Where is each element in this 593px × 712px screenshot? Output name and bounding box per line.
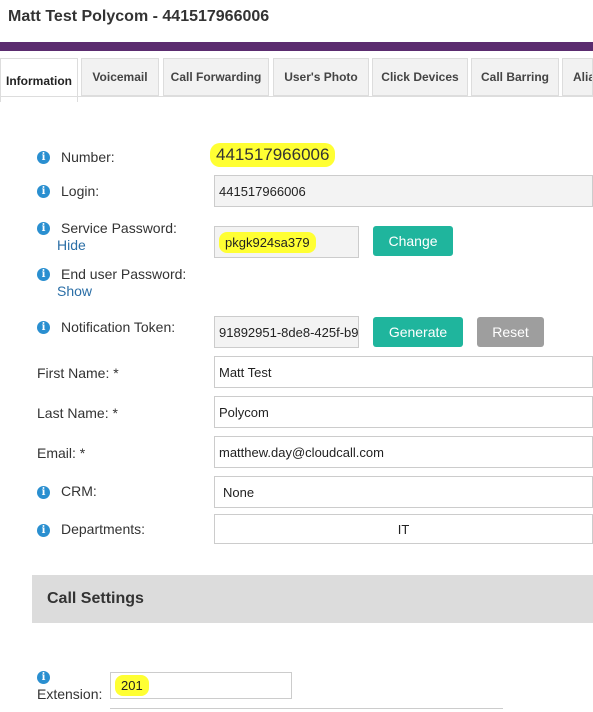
info-icon: i [37,268,50,281]
tab-users-photo[interactable]: User's Photo [273,58,369,96]
info-icon: i [37,671,50,684]
notification-token-field[interactable]: 91892951-8de8-425f-b9e [214,316,359,348]
tab-voicemail[interactable]: Voicemail [81,58,159,96]
email-field[interactable]: matthew.day@cloudcall.com [214,436,593,468]
login-field[interactable]: 441517966006 [214,175,593,207]
info-icon: i [37,486,50,499]
last-name-field[interactable]: Polycom [214,396,593,428]
info-icon: i [37,524,50,537]
tab-click-devices[interactable]: Click Devices [372,58,468,96]
reset-token-button[interactable]: Reset [477,317,544,347]
extension-label: Extension: [37,686,103,702]
change-password-button[interactable]: Change [373,226,453,256]
end-user-password-label: End user Password: [61,266,187,282]
tabs-divider [0,96,593,97]
first-name-field[interactable]: Matt Test [214,356,593,388]
info-icon: i [37,222,50,235]
brand-bar [0,42,593,51]
info-icon: i [37,321,50,334]
info-icon: i [37,185,50,198]
tab-bar: Information Voicemail Call Forwarding Us… [0,58,593,102]
last-name-label: Last Name: * [37,405,118,421]
call-settings-header: Call Settings [32,575,593,623]
tab-call-barring[interactable]: Call Barring [471,58,559,96]
tab-call-forwarding[interactable]: Call Forwarding [163,58,269,96]
crm-label: CRM: [61,483,97,499]
login-label: Login: [61,183,100,199]
first-name-label: First Name: * [37,365,119,381]
page-title: Matt Test Polycom - 441517966006 [8,8,270,25]
notification-token-label: Notification Token: [61,319,176,335]
hide-password-link[interactable]: Hide [57,237,86,253]
number-value: 441517966006 [210,143,336,167]
number-label: Number: [61,149,115,165]
service-password-field[interactable]: pkgk924sa379 [214,226,359,258]
info-icon: i [37,151,50,164]
tab-alias[interactable]: Alia [562,58,593,96]
email-label: Email: * [37,445,86,461]
show-password-link[interactable]: Show [57,283,92,299]
departments-label: Departments: [61,521,146,537]
service-password-label: Service Password: [61,220,177,236]
extension-field[interactable]: 201 [110,672,292,699]
departments-select[interactable]: IT [214,514,593,544]
service-password-value: pkgk924sa379 [219,231,316,253]
extension-value: 201 [115,675,149,696]
crm-select[interactable]: None [214,476,593,508]
next-field-border [110,708,503,709]
generate-token-button[interactable]: Generate [373,317,463,347]
